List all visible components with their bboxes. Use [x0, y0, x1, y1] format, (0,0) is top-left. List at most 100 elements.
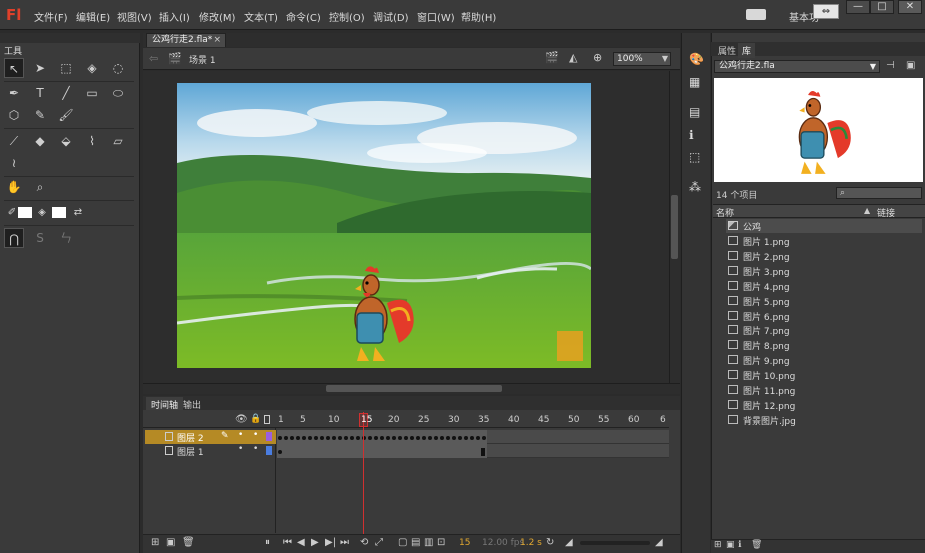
layer-outline-color[interactable] — [266, 432, 272, 441]
library-item[interactable]: 背景图片.jpg — [726, 413, 922, 427]
new-library-icon[interactable]: ▣ — [906, 60, 915, 71]
stage[interactable] — [177, 83, 591, 368]
library-item[interactable]: 图片 3.png — [726, 264, 922, 278]
new-layer-icon[interactable]: ⊞ — [151, 537, 159, 548]
library-item[interactable]: 图片 7.png — [726, 323, 922, 337]
library-item[interactable]: 图片 6.png — [726, 309, 922, 323]
onion-outline-icon[interactable]: ▤ — [411, 537, 420, 548]
lock-icon[interactable]: 🔒 — [250, 414, 261, 424]
delete-layer-icon[interactable]: 🗑 — [182, 537, 195, 548]
close-tab-icon[interactable]: × — [213, 34, 221, 47]
edit-symbol-icon[interactable]: ◭ — [569, 51, 577, 64]
eye-icon[interactable]: 👁 — [235, 414, 248, 425]
menu-debug[interactable]: 调试(D) — [373, 9, 409, 24]
transform-panel-icon[interactable]: ⬚ — [689, 150, 700, 164]
step-back-icon[interactable]: ◀ — [297, 537, 305, 548]
tab-library[interactable]: 库 — [738, 43, 756, 58]
edit-scene-icon[interactable]: 🎬 — [545, 51, 559, 64]
pen-tool-icon[interactable]: ✒ — [4, 83, 24, 103]
swap-colors-icon[interactable]: ⇄ — [68, 203, 88, 223]
delete-item-icon[interactable]: 🗑 — [751, 540, 762, 550]
scale-large-icon[interactable]: ◢ — [655, 537, 663, 548]
layer-1-frames[interactable] — [277, 444, 669, 458]
pin-icon[interactable]: ⊣ — [886, 60, 895, 71]
menu-control[interactable]: 控制(O) — [329, 9, 365, 24]
go-last-frame-icon[interactable]: ⏭ — [340, 537, 349, 548]
sync-settings-icon[interactable] — [746, 9, 766, 20]
zoom-select[interactable]: 100% ▼ — [613, 52, 671, 66]
selection-tool-icon[interactable]: ↖ — [4, 58, 24, 78]
free-transform-tool-icon[interactable]: ⬚ — [56, 58, 76, 78]
library-item[interactable]: 图片 8.png — [726, 338, 922, 352]
subselection-tool-icon[interactable]: ➤ — [30, 58, 50, 78]
3d-rotation-tool-icon[interactable]: ◈ — [82, 58, 102, 78]
brush-tool-icon[interactable]: 🖌 — [56, 105, 76, 125]
tab-properties[interactable]: 属性 — [714, 43, 740, 58]
play-icon[interactable]: ▶ — [311, 537, 319, 548]
onion-markers-icon[interactable]: ⊡ — [437, 537, 445, 548]
rectangle-tool-icon[interactable]: ▭ — [82, 83, 102, 103]
swap-workspace-icon[interactable]: ⇔ — [813, 4, 839, 19]
go-first-frame-icon[interactable]: ⏮ — [283, 537, 292, 548]
fill-color-icon[interactable]: ◈ — [32, 203, 52, 223]
lock-dot-icon[interactable]: • — [253, 444, 258, 454]
eyedropper-tool-icon[interactable]: ⌇ — [82, 131, 102, 151]
center-frame-icon[interactable]: ⤢ — [375, 537, 383, 548]
menu-edit[interactable]: 编辑(E) — [76, 9, 110, 24]
menu-commands[interactable]: 命令(C) — [286, 9, 321, 24]
layer-row-1[interactable]: 图层 1 • • — [145, 444, 276, 458]
library-item[interactable]: 图片 1.png — [726, 234, 922, 248]
hand-tool-icon[interactable]: ✋ — [4, 177, 24, 197]
zoom-tool-icon[interactable]: ⌕ — [30, 177, 50, 197]
new-folder-icon[interactable]: ▣ — [726, 540, 735, 550]
scale-small-icon[interactable]: ◢ — [565, 537, 573, 548]
current-frame-readout[interactable]: 15 — [459, 538, 470, 548]
library-item[interactable]: 图片 11.png — [726, 383, 922, 397]
eraser-tool-icon[interactable]: ▱ — [108, 131, 128, 151]
menu-modify[interactable]: 修改(M) — [199, 9, 235, 24]
bone-tool-icon[interactable]: ⟋ — [4, 131, 24, 151]
stage-horizontal-scroll-thumb[interactable] — [326, 385, 502, 392]
panel-gripper-icon[interactable]: ⏸ — [265, 537, 270, 548]
menu-view[interactable]: 视图(V) — [117, 9, 152, 24]
loop-icon[interactable]: ⟲ — [360, 537, 368, 548]
maximize-button[interactable]: □ — [870, 0, 894, 14]
layer-2-frames[interactable] — [277, 430, 669, 444]
pencil-tool-icon[interactable]: ✎ — [30, 105, 50, 125]
timeline-zoom-slider[interactable] — [580, 541, 650, 545]
paint-bucket-tool-icon[interactable]: ◆ — [30, 131, 50, 151]
document-tab[interactable]: 公鸡行走2.fla* × — [146, 33, 226, 47]
lock-dot-icon[interactable]: • — [253, 430, 258, 440]
text-tool-icon[interactable]: T — [30, 83, 50, 103]
library-item[interactable]: 公鸡 — [726, 219, 922, 233]
menu-help[interactable]: 帮助(H) — [461, 9, 496, 24]
new-symbol-icon[interactable]: ⊞ — [714, 540, 722, 550]
polystar-tool-icon[interactable]: ⬡ — [4, 105, 24, 125]
center-stage-icon[interactable]: ⊕ — [593, 51, 602, 64]
library-item[interactable]: 图片 2.png — [726, 249, 922, 263]
properties-icon[interactable]: ℹ — [738, 540, 741, 550]
menu-text[interactable]: 文本(T) — [244, 9, 278, 24]
library-item[interactable]: 图片 10.png — [726, 368, 922, 382]
snap-to-objects-icon[interactable]: ⋂ — [4, 228, 24, 248]
info-panel-icon[interactable]: ℹ — [689, 128, 694, 142]
onion-skin-icon[interactable]: ▢ — [398, 537, 407, 548]
edit-multiple-frames-icon[interactable]: ▥ — [424, 537, 433, 548]
line-tool-icon[interactable]: ╱ — [56, 83, 76, 103]
color-panel-icon[interactable]: 🎨 — [689, 52, 704, 66]
frame-rate-readout[interactable]: 12.00 fps — [482, 538, 524, 548]
playhead-line[interactable] — [363, 412, 364, 534]
layer-row-2[interactable]: 图层 2 ✎ • • — [145, 430, 276, 444]
sort-arrow-icon[interactable]: ▲ — [864, 206, 870, 215]
smooth-icon[interactable]: S — [30, 228, 50, 248]
ink-bottle-tool-icon[interactable]: ⬙ — [56, 131, 76, 151]
layer-outline-color[interactable] — [266, 446, 272, 455]
back-arrow-icon[interactable]: ⇦ — [149, 52, 158, 65]
stroke-color-swatch[interactable] — [18, 207, 32, 218]
library-search-input[interactable]: ⌕ — [836, 187, 922, 199]
straighten-icon[interactable]: ㄣ — [56, 228, 76, 248]
library-col-name[interactable]: 名称 — [716, 206, 734, 219]
close-window-button[interactable]: ✕ — [898, 0, 922, 14]
rooster-character[interactable] — [347, 263, 417, 368]
stage-vertical-scroll-thumb[interactable] — [671, 195, 678, 259]
